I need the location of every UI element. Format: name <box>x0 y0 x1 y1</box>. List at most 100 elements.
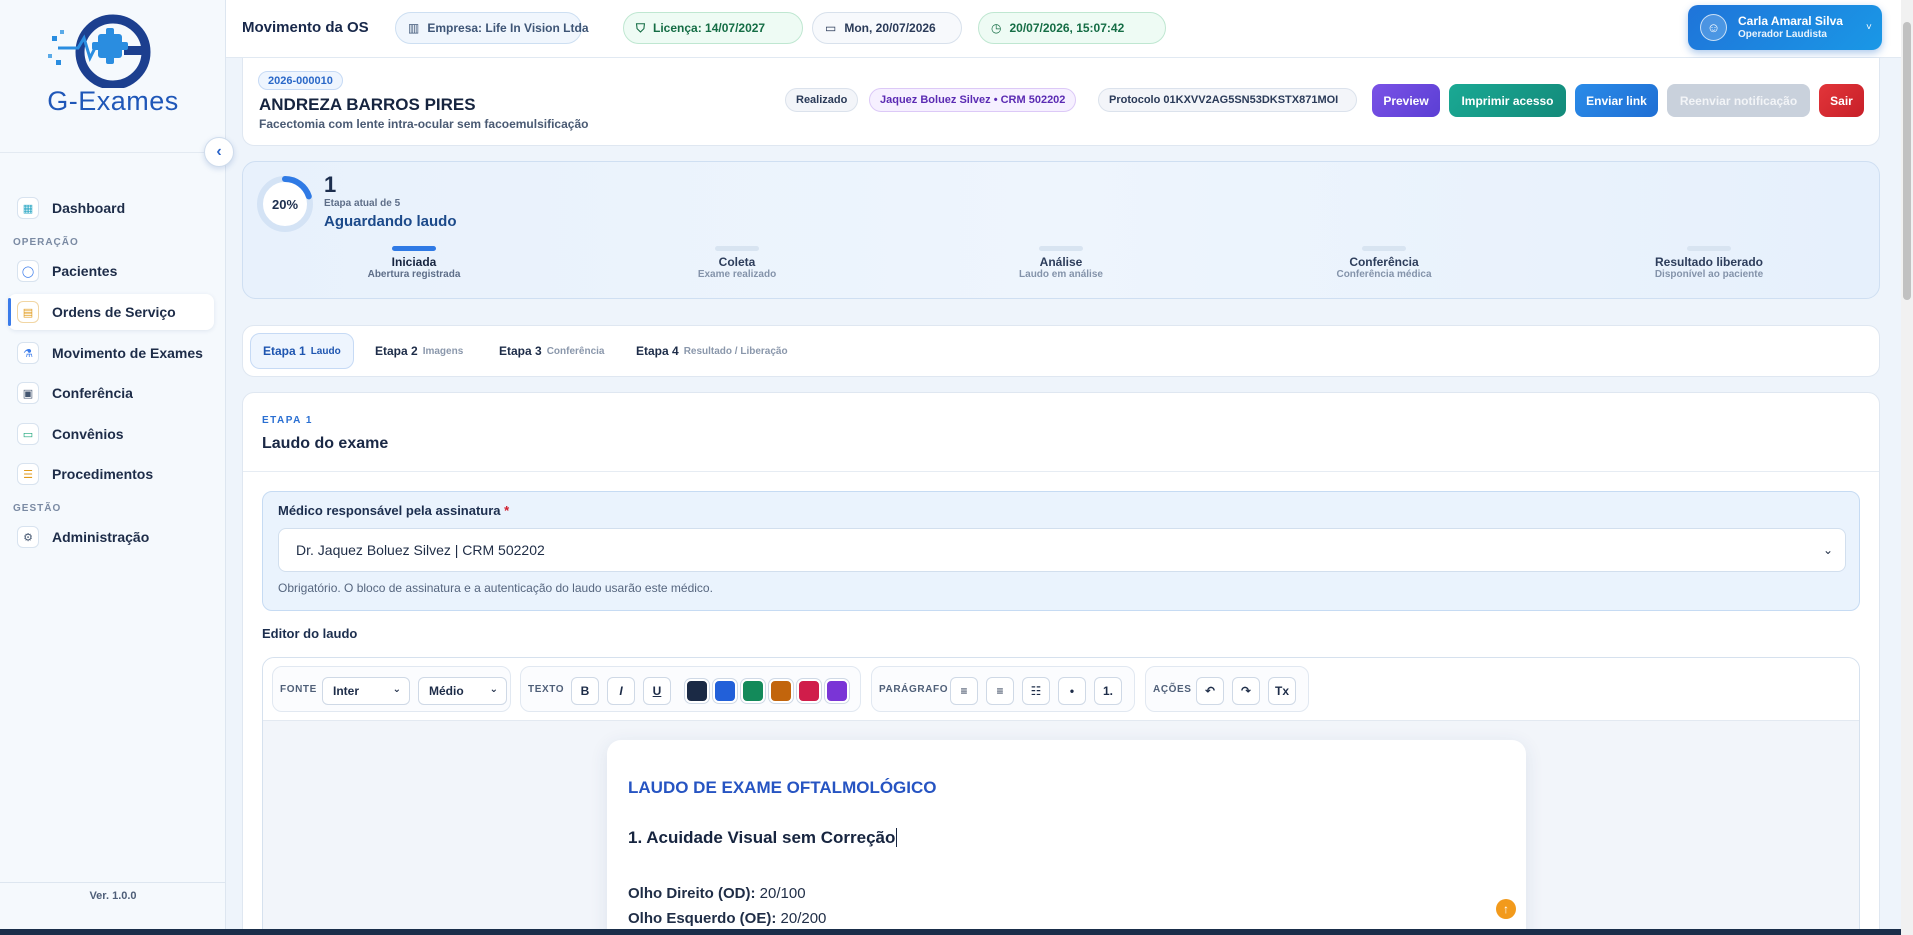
align-justify-button[interactable]: ☷ <box>1022 677 1050 705</box>
bold-button[interactable]: B <box>571 677 599 705</box>
font-family-select[interactable]: Inter ⌄ <box>322 677 410 705</box>
user-role: Operador Laudista <box>1738 29 1827 40</box>
tab-etapa-3[interactable]: Etapa 3 Conferência <box>487 333 616 369</box>
sidebar-item-label: Pacientes <box>52 263 118 279</box>
tab-etapa-4[interactable]: Etapa 4 Resultado / Liberação <box>624 333 800 369</box>
align-left-button[interactable]: ≡ <box>950 677 978 705</box>
signature-label: Médico responsável pela assinatura * <box>278 503 509 518</box>
color-swatch-orange[interactable] <box>769 679 793 703</box>
signature-doctor-select[interactable]: Dr. Jaquez Boluez Silvez | CRM 502202 ⌄ <box>278 528 1846 572</box>
os-number-badge: 2026-000010 <box>258 71 343 90</box>
step-label: Conferência <box>1349 255 1419 269</box>
bullet-list-button[interactable]: • <box>1058 677 1086 705</box>
tab-etapa-2[interactable]: Etapa 2 Imagens <box>363 333 475 369</box>
user-icon: ◯ <box>17 260 39 282</box>
color-swatch-dark[interactable] <box>685 679 709 703</box>
collapse-sidebar-button[interactable]: ‹ <box>204 137 234 167</box>
signature-label-text: Médico responsável pela assinatura <box>278 503 501 518</box>
clear-format-button[interactable]: Tx <box>1268 677 1296 705</box>
tab-label: Etapa 1 <box>263 344 306 358</box>
tab-etapa-1[interactable]: Etapa 1 Laudo <box>250 333 354 369</box>
undo-button[interactable]: ↶ <box>1196 677 1224 705</box>
underline-button[interactable]: U <box>643 677 671 705</box>
sidebar: G-Exames ▦ Dashboard OPERAÇÃO ◯ Paciente… <box>0 0 226 935</box>
tab-sub: Conferência <box>546 345 605 357</box>
send-link-button[interactable]: Enviar link <box>1575 84 1658 117</box>
date-badge: ▭ Mon, 20/07/2026 <box>812 12 962 44</box>
color-swatch-blue[interactable] <box>713 679 737 703</box>
signature-help-text: Obrigatório. O bloco de assinatura e a a… <box>278 581 713 595</box>
page-title: Movimento da OS <box>242 19 369 36</box>
empresa-badge: ▥ Empresa: Life In Vision Ltda <box>395 12 589 44</box>
tab-sub: Laudo <box>310 345 341 357</box>
scrollbar-thumb[interactable] <box>1903 22 1911 300</box>
sidebar-item-procedimentos[interactable]: ☰ Procedimentos <box>8 456 214 492</box>
sidebar-item-administracao[interactable]: ⚙ Administração <box>8 519 214 555</box>
document-heading: 1. Acuidade Visual sem Correção <box>628 828 898 848</box>
logo-wordmark: G-Exames <box>38 86 188 117</box>
print-access-button[interactable]: Imprimir acesso <box>1449 84 1566 117</box>
sidebar-item-label: Procedimentos <box>52 466 154 482</box>
list-icon: ☰ <box>17 463 39 485</box>
progress-percent: 20% <box>271 196 299 212</box>
logo-emblem-icon <box>48 14 151 90</box>
chevron-down-icon: ˅ <box>1866 22 1872 33</box>
redo-button[interactable]: ↷ <box>1232 677 1260 705</box>
section-operacao: OPERAÇÃO <box>13 237 79 248</box>
font-group-label: FONTE <box>280 684 317 695</box>
sidebar-item-label: Ordens de Serviço <box>52 304 176 320</box>
align-center-button[interactable]: ≡ <box>986 677 1014 705</box>
sidebar-item-pacientes[interactable]: ◯ Pacientes <box>8 253 214 289</box>
sidebar-item-ordens-de-servico[interactable]: ▤ Ordens de Serviço <box>8 294 214 330</box>
preview-button[interactable]: Preview <box>1372 84 1440 117</box>
clock-icon: ◷ <box>991 21 1002 35</box>
page-scrollbar[interactable] <box>1901 0 1913 935</box>
avatar: ☺ <box>1700 14 1727 41</box>
editor-toolbar: FONTE Inter ⌄ Médio ⌄ TEXTO B I U PARÁGRAF… <box>263 658 1859 721</box>
chevron-down-icon: ⌄ <box>489 684 498 695</box>
g-exames-logo[interactable]: G-Exames <box>38 8 188 118</box>
user-menu[interactable]: ☺ Carla Amaral Silva Operador Laudista ˅ <box>1688 5 1882 50</box>
tab-sub: Resultado / Liberação <box>683 345 788 357</box>
procedure-name: Facectomia com lente intra-ocular sem fa… <box>259 117 589 131</box>
font-size-select[interactable]: Médio ⌄ <box>418 677 507 705</box>
building-icon: ▥ <box>408 21 420 35</box>
oe-label: Olho Esquerdo (OE): <box>628 910 777 927</box>
patient-name: ANDREZA BARROS PIRES <box>259 95 476 114</box>
numbered-list-button[interactable]: 1. <box>1094 677 1122 705</box>
scroll-to-top-button[interactable]: ↑ <box>1496 899 1516 919</box>
italic-button[interactable]: I <box>607 677 635 705</box>
document-page[interactable]: LAUDO DE EXAME OFTALMOLÓGICO 1. Acuidade… <box>607 740 1526 935</box>
step-sub: Conferência médica <box>1336 269 1432 280</box>
datetime-badge: ◷ 20/07/2026, 15:07:42 <box>978 12 1166 44</box>
step-bar <box>1687 246 1731 251</box>
color-swatch-red[interactable] <box>797 679 821 703</box>
document-line-od: Olho Direito (OD): 20/100 <box>628 885 806 902</box>
sidebar-item-movimento-de-exames[interactable]: ⚗ Movimento de Exames <box>8 335 214 371</box>
resend-notification-button[interactable]: Reenviar notificação <box>1667 84 1810 117</box>
datetime-text: 20/07/2026, 15:07:42 <box>1009 21 1125 35</box>
sidebar-item-label: Conferência <box>52 385 133 401</box>
sidebar-item-conferencia[interactable]: ▣ Conferência <box>8 375 214 411</box>
document-title: LAUDO DE EXAME OFTALMOLÓGICO <box>628 778 937 797</box>
signature-select-value: Dr. Jaquez Boluez Silvez | CRM 502202 <box>296 542 545 558</box>
step-resultado-liberado: Resultado liberado Disponível ao pacient… <box>1609 246 1809 280</box>
exit-button[interactable]: Sair <box>1819 84 1864 117</box>
color-swatch-green[interactable] <box>741 679 765 703</box>
shield-check-icon: ⛉ <box>636 20 646 35</box>
chevron-down-icon: ⌄ <box>392 684 401 695</box>
sidebar-item-dashboard[interactable]: ▦ Dashboard <box>8 190 214 226</box>
sidebar-item-convenios[interactable]: ▭ Convênios <box>8 416 214 452</box>
od-label: Olho Direito (OD): <box>628 885 756 902</box>
gear-icon: ⚙ <box>17 526 39 548</box>
section-gestao: GESTÃO <box>13 503 62 514</box>
step-conferencia: Conferência Conferência médica <box>1284 246 1484 280</box>
calendar-icon: ▭ <box>825 21 837 35</box>
date-text: Mon, 20/07/2026 <box>844 21 936 35</box>
oe-value: 20/200 <box>780 910 827 927</box>
licenca-text: Licença: 14/07/2027 <box>653 21 766 35</box>
color-swatch-purple[interactable] <box>825 679 849 703</box>
step-label: Iniciada <box>391 255 437 269</box>
doctor-badge: Jaquez Boluez Silvez • CRM 502202 <box>869 88 1077 112</box>
text-cursor <box>896 828 898 847</box>
